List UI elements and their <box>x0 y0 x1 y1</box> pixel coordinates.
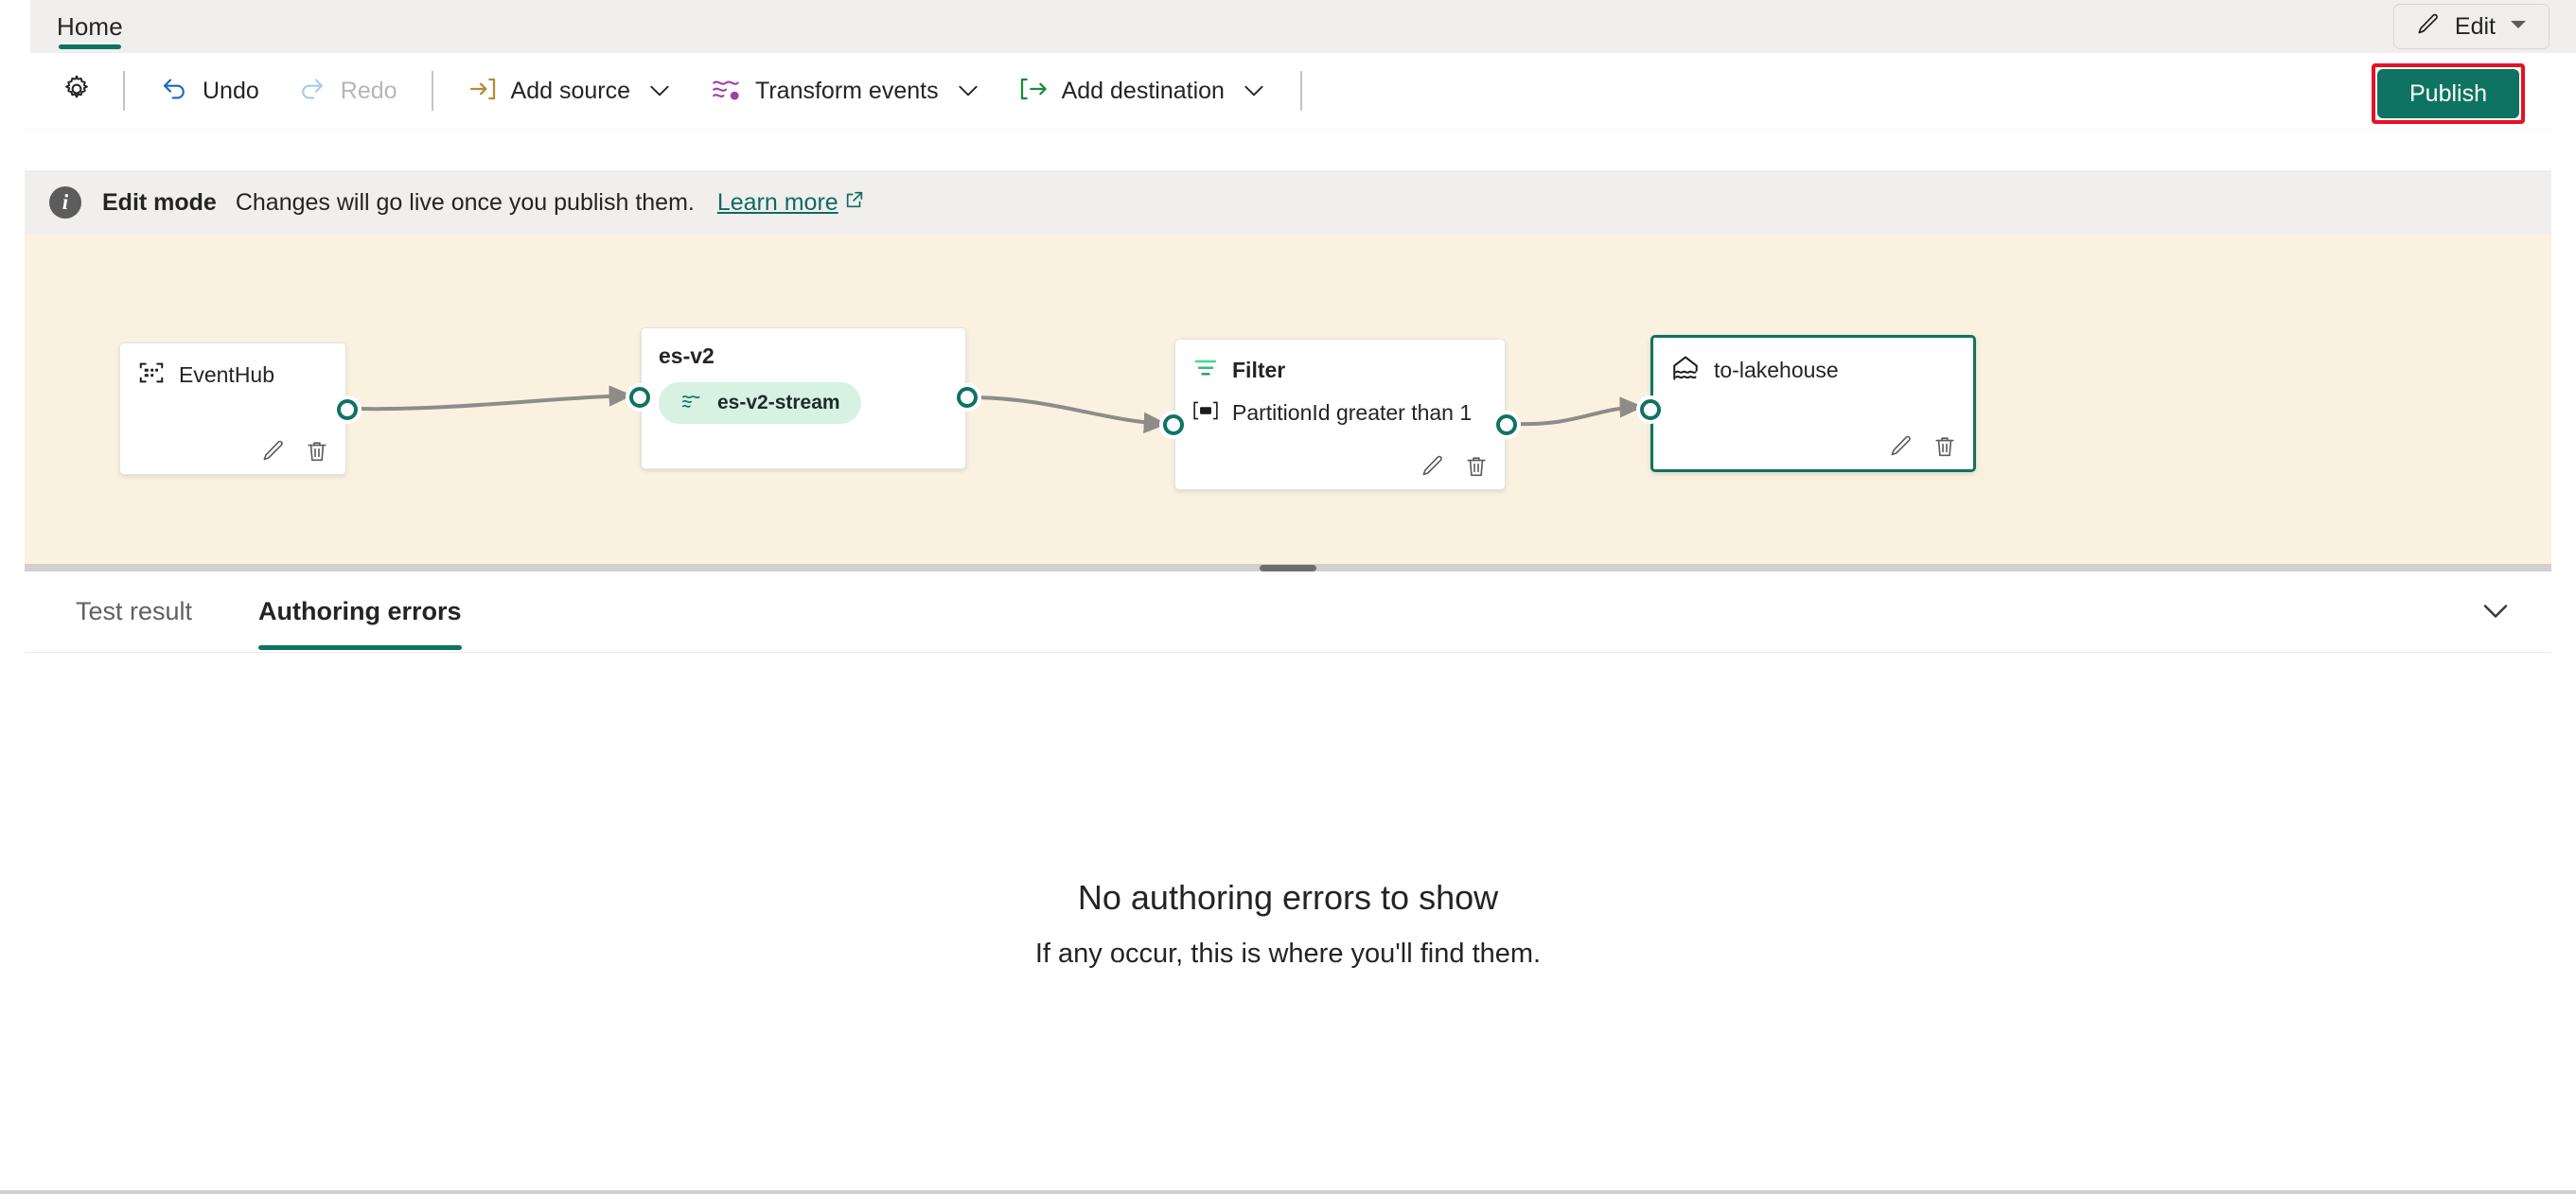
pencil-icon[interactable] <box>260 438 287 465</box>
stream-pill-esv2-stream[interactable]: es-v2-stream <box>659 382 861 424</box>
window-bottom-edge <box>0 1190 2576 1194</box>
node-header: Filter <box>1175 340 1505 386</box>
tab-test-result[interactable]: Test result <box>61 571 207 653</box>
empty-state-subtitle: If any occur, this is where you'll find … <box>1034 938 1542 969</box>
external-link-icon <box>844 189 865 217</box>
add-source-button[interactable]: Add source <box>452 65 687 116</box>
add-source-label: Add source <box>510 78 630 104</box>
trash-icon[interactable] <box>1932 433 1958 460</box>
eventhub-icon <box>137 359 166 392</box>
collapse-panel-button[interactable] <box>2468 592 2523 634</box>
node-output-port[interactable] <box>337 399 358 420</box>
node-input-port[interactable] <box>629 387 650 408</box>
chevron-down-icon <box>956 82 980 99</box>
publish-highlight-box: Publish <box>2372 63 2525 124</box>
node-condition-row: PartitionId greater than 1 <box>1175 386 1505 427</box>
canvas-node-eventhub[interactable]: EventHub <box>119 342 358 475</box>
chevron-down-filled-icon <box>2509 18 2528 36</box>
bottom-panel: Test result Authoring errors No authorin… <box>25 571 2551 1194</box>
edit-mode-message: Changes will go live once you publish th… <box>235 188 695 216</box>
arrow-into-bracket-icon <box>468 74 498 109</box>
pencil-icon[interactable] <box>1888 433 1914 460</box>
edit-button[interactable]: Edit <box>2392 4 2550 49</box>
canvas-node-esv2[interactable]: es-v2 es-v2-stream <box>629 327 978 469</box>
undo-label: Undo <box>203 78 259 104</box>
node-input-port[interactable] <box>1163 414 1184 435</box>
publish-button[interactable]: Publish <box>2377 69 2519 118</box>
redo-arrow-icon <box>297 74 327 109</box>
tab-home-label: Home <box>57 12 123 41</box>
gear-icon <box>61 73 93 110</box>
node-output-port[interactable] <box>1496 414 1517 435</box>
filter-icon <box>1192 355 1219 386</box>
chevron-down-icon <box>2479 601 2512 626</box>
connector-filter-lakehouse <box>1516 396 1644 427</box>
toolbar-separator-2 <box>431 71 433 111</box>
stream-icon <box>679 389 704 418</box>
chevron-down-icon <box>647 82 672 99</box>
node-input-port[interactable] <box>1640 399 1661 420</box>
stream-pill-label: es-v2-stream <box>717 392 840 413</box>
trash-icon[interactable] <box>1463 453 1490 480</box>
tab-authoring-errors-label: Authoring errors <box>258 597 462 625</box>
node-header: EventHub <box>120 343 345 392</box>
node-condition-label: PartitionId greater than 1 <box>1232 400 1473 425</box>
tab-active-indicator <box>258 644 462 650</box>
undo-button[interactable]: Undo <box>144 65 274 116</box>
node-header: es-v2 <box>642 328 965 369</box>
trash-icon[interactable] <box>304 438 330 465</box>
lakehouse-icon <box>1670 353 1701 388</box>
tab-authoring-errors[interactable]: Authoring errors <box>243 571 477 653</box>
empty-state: No authoring errors to show If any occur… <box>25 653 2551 1194</box>
learn-more-link[interactable]: Learn more <box>717 189 865 217</box>
transform-events-button[interactable]: Transform events <box>695 65 996 116</box>
edit-button-label: Edit <box>2454 12 2496 40</box>
learn-more-label: Learn more <box>716 188 838 216</box>
connector-eventhub-esv2 <box>357 385 633 412</box>
edit-mode-info-bar: i Edit mode Changes will go live once yo… <box>25 170 2551 235</box>
ribbon-strip: Home Edit <box>0 0 2576 53</box>
pencil-icon <box>2415 11 2442 43</box>
drag-handle[interactable] <box>1260 565 1316 571</box>
tab-test-result-label: Test result <box>76 597 193 625</box>
condition-icon <box>1192 399 1219 427</box>
panel-tabs: Test result Authoring errors <box>25 571 2551 653</box>
canvas-node-filter[interactable]: Filter PartitionId greater than 1 <box>1163 339 1517 490</box>
tab-home[interactable]: Home <box>45 0 134 53</box>
redo-label: Redo <box>340 78 397 104</box>
node-title: to-lakehouse <box>1714 358 1839 382</box>
add-destination-label: Add destination <box>1061 78 1225 104</box>
command-bar: Undo Redo Add source Transform events Ad… <box>25 53 2551 129</box>
connector-esv2-filter <box>976 395 1168 434</box>
empty-state-title: No authoring errors to show <box>1077 877 1499 917</box>
info-icon: i <box>49 186 81 219</box>
transform-events-icon <box>710 73 742 110</box>
node-title: es-v2 <box>659 343 715 368</box>
transform-events-label: Transform events <box>755 78 939 104</box>
tab-home-active-indicator <box>59 44 121 49</box>
node-actions <box>1420 453 1490 480</box>
node-header: to-lakehouse <box>1653 338 1973 388</box>
edit-mode-label: Edit mode <box>102 188 217 216</box>
redo-button[interactable]: Redo <box>282 65 413 116</box>
settings-button[interactable] <box>51 65 102 116</box>
node-output-port[interactable] <box>957 387 978 408</box>
ribbon-left-edge <box>0 0 30 53</box>
node-title: Filter <box>1232 358 1286 382</box>
undo-arrow-icon <box>159 74 189 109</box>
node-actions <box>1888 433 1958 460</box>
chevron-down-icon <box>1242 82 1266 99</box>
eventstream-canvas[interactable]: EventHub es-v2 es-v2-stream Filter Parti… <box>25 235 2551 564</box>
node-title: EventHub <box>179 362 275 387</box>
toolbar-separator-1 <box>123 71 125 111</box>
toolbar-separator-3 <box>1299 71 1302 111</box>
add-destination-button[interactable]: Add destination <box>1003 65 1281 116</box>
node-actions <box>260 438 330 465</box>
arrow-out-bracket-icon <box>1018 74 1049 109</box>
canvas-node-to-lakehouse[interactable]: to-lakehouse <box>1640 335 1976 472</box>
pencil-icon[interactable] <box>1420 453 1446 480</box>
